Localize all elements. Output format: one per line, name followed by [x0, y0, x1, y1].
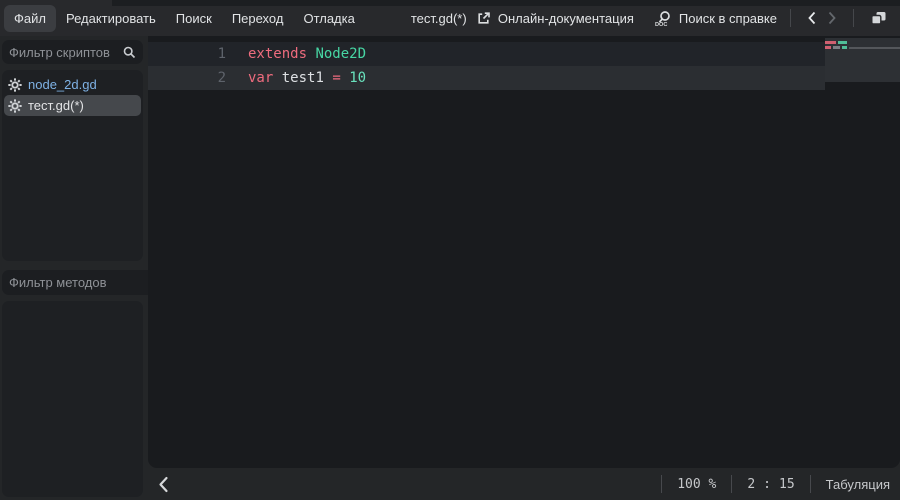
code-line-1[interactable]: 1 extends Node2D: [148, 42, 825, 66]
separator: [661, 475, 663, 493]
code-line-2[interactable]: 2 var test1 = 10: [148, 66, 825, 90]
chevron-left-icon: [807, 11, 817, 25]
scripts-filter-input[interactable]: [9, 44, 123, 60]
separator: [731, 475, 733, 493]
separator: [790, 9, 791, 27]
zoom-control[interactable]: 100 %: [677, 477, 716, 492]
caret-column: 15: [779, 476, 795, 492]
doc-search-icon: DOC: [654, 10, 672, 27]
script-list: node_2d.gd тест.gd(*): [2, 70, 143, 261]
scripts-filter: [2, 40, 143, 64]
code-editor[interactable]: 1 extends Node2D 2 var test1 = 10: [148, 36, 900, 468]
menu-item-debug[interactable]: Отладка: [293, 5, 364, 32]
external-link-icon: [476, 11, 491, 26]
current-script-label: тест.gd(*): [410, 10, 467, 26]
code-lines: 1 extends Node2D 2 var test1 = 10: [148, 42, 900, 90]
line-number: 2: [217, 70, 226, 86]
menu-bar-right: Онлайн-документация DOC Поиск в справке: [474, 6, 892, 31]
separator: [853, 9, 854, 27]
caret-separator: :: [763, 476, 771, 492]
menu-item-search[interactable]: Поиск: [166, 5, 222, 32]
menu-items: Файл Редактировать Поиск Переход Отладка: [4, 4, 365, 32]
script-name: тест.gd(*): [28, 98, 84, 113]
status-bar: 100 % 2 : 15 Табуляция: [148, 468, 900, 500]
caret-position: 2 : 15: [747, 477, 794, 492]
make-floating-button[interactable]: [865, 9, 892, 28]
toggle-scripts-panel-button[interactable]: [152, 474, 175, 495]
indent-mode[interactable]: Табуляция: [826, 477, 890, 492]
menu-item-file[interactable]: Файл: [4, 4, 56, 32]
gdscript-gear-icon: [8, 77, 22, 92]
gdscript-gear-icon: [8, 98, 22, 113]
code-text: extends Node2D: [248, 46, 367, 62]
main-area: node_2d.gd тест.gd(*) 1 extends Node2D 2 var…: [0, 36, 900, 500]
search-icon: [123, 46, 136, 59]
methods-filter-row: [2, 270, 224, 295]
method-list[interactable]: [2, 301, 143, 497]
svg-text:DOC: DOC: [655, 22, 667, 27]
history-forward-button[interactable]: [822, 9, 842, 27]
floating-windows-icon: [870, 11, 887, 26]
chevron-right-icon: [827, 11, 837, 25]
minimap-rows: [825, 41, 900, 49]
search-help-label: Поиск в справке: [678, 10, 777, 26]
script-list-item[interactable]: node_2d.gd: [4, 74, 141, 95]
menu-bar: Файл Редактировать Поиск Переход Отладка тес…: [0, 0, 900, 36]
online-docs-label: Онлайн-документация: [497, 10, 634, 26]
script-list-item[interactable]: тест.gd(*): [4, 95, 141, 116]
caret-line: 2: [747, 476, 756, 492]
status-bar-right: 100 % 2 : 15 Табуляция: [646, 475, 890, 493]
menu-item-edit[interactable]: Редактировать: [56, 5, 166, 32]
menu-item-goto[interactable]: Переход: [222, 5, 294, 32]
history-back-button[interactable]: [802, 9, 822, 27]
search-help-button[interactable]: DOC Поиск в справке: [652, 6, 779, 31]
separator: [809, 475, 811, 493]
script-name: node_2d.gd: [28, 77, 97, 92]
minimap[interactable]: [825, 38, 900, 82]
chevron-left-icon: [158, 476, 169, 493]
online-docs-button[interactable]: Онлайн-документация: [474, 7, 636, 30]
line-number: 1: [217, 46, 226, 62]
scripts-panel: node_2d.gd тест.gd(*): [0, 36, 224, 500]
editor-column: 1 extends Node2D 2 var test1 = 10 100 % 2 :…: [148, 36, 900, 500]
code-text: var test1 = 10: [248, 70, 367, 86]
